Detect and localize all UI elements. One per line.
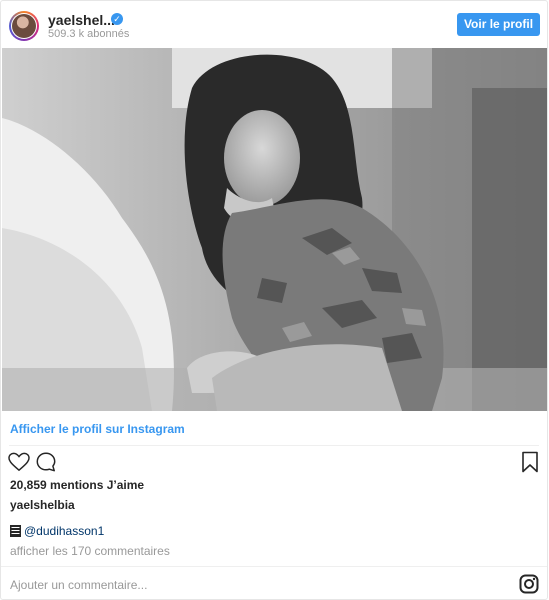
post-photo[interactable] <box>2 48 547 411</box>
username[interactable]: yaelshel... <box>48 12 115 28</box>
heart-icon[interactable] <box>8 452 30 472</box>
verified-icon: ✓ <box>111 13 123 25</box>
bookmark-icon[interactable] <box>521 451 539 473</box>
instagram-icon[interactable] <box>519 574 539 594</box>
photo-illustration <box>2 48 547 411</box>
instagram-embed-card: yaelshel... ✓ 509.3 k abonnés Voir le pr… <box>0 0 548 600</box>
mention-link[interactable]: @dudihasson1 <box>24 524 104 538</box>
comment-icon[interactable] <box>35 451 57 473</box>
divider <box>1 566 547 567</box>
avatar[interactable] <box>12 14 36 38</box>
view-profile-button[interactable]: Voir le profil <box>457 13 540 36</box>
view-comments-link[interactable]: afficher les 170 commentaires <box>10 544 170 558</box>
follower-count: 509.3 k abonnés <box>48 28 130 40</box>
likes-count[interactable]: 20,859 mentions J’aime <box>10 478 144 492</box>
caption-tagline: @dudihasson1 <box>10 524 104 538</box>
post-header: yaelshel... ✓ 509.3 k abonnés Voir le pr… <box>1 1 547 49</box>
caption-username[interactable]: yaelshelbia <box>10 498 75 512</box>
film-icon <box>10 525 21 537</box>
divider <box>9 445 539 446</box>
add-comment-input[interactable]: Ajouter un commentaire... <box>10 578 147 592</box>
view-profile-on-instagram-link[interactable]: Afficher le profil sur Instagram <box>10 422 185 436</box>
